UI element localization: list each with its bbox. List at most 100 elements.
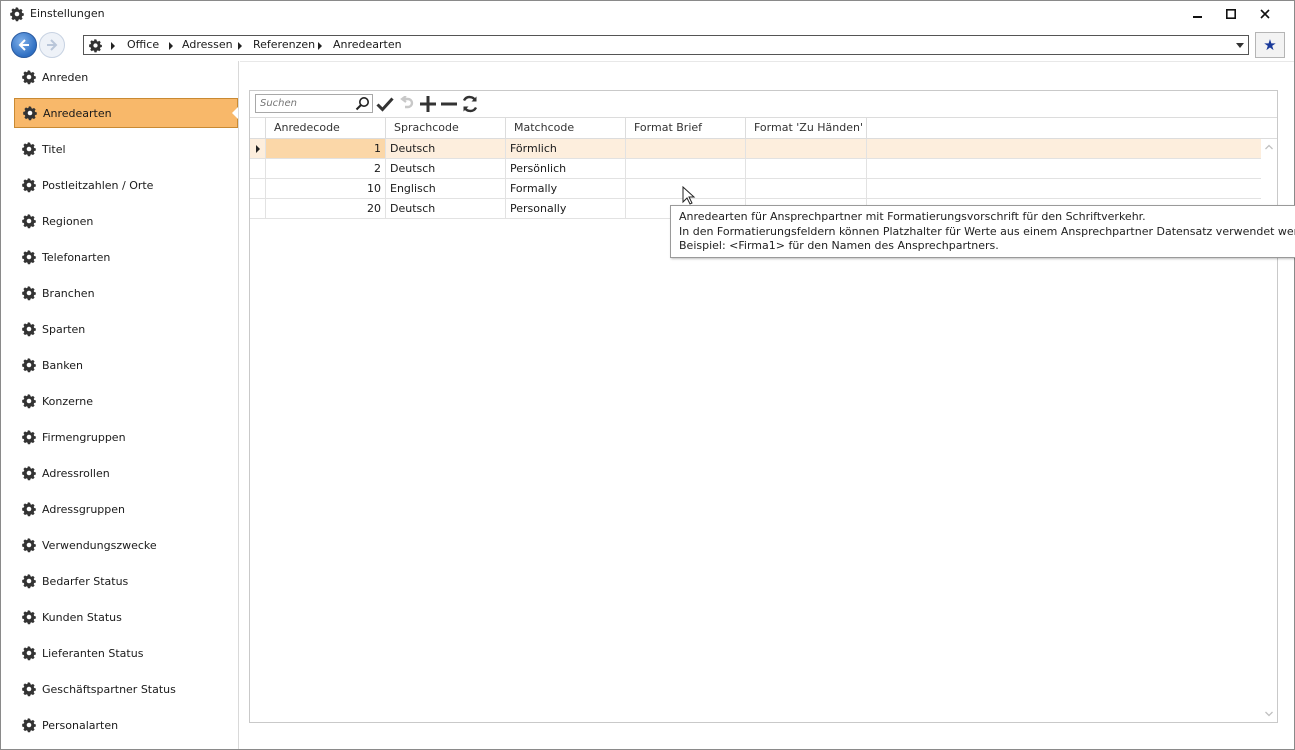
sidebar-item-adressrollen[interactable]: Adressrollen	[14, 458, 238, 488]
table-row[interactable]: 2 Deutsch Persönlich	[250, 159, 1261, 179]
sidebar-item-postleitzahlen-orte[interactable]: Postleitzahlen / Orte	[14, 170, 238, 200]
sidebar-item-lieferanten-status[interactable]: Lieferanten Status	[14, 638, 238, 668]
tooltip-line: Beispiel: <Firma1> für den Namen des Ans…	[679, 239, 999, 252]
gear-icon	[22, 142, 36, 157]
sidebar-item-banken[interactable]: Banken	[14, 350, 238, 380]
cell-format-zu-haenden[interactable]	[746, 139, 867, 158]
search-box[interactable]	[255, 94, 373, 113]
row-indicator-header	[250, 118, 266, 139]
chevron-down-icon[interactable]	[1236, 43, 1244, 48]
sidebar-item-titel[interactable]: Titel	[14, 134, 238, 164]
cell-sprachcode[interactable]: Deutsch	[386, 139, 506, 158]
column-header-matchcode[interactable]: Matchcode	[506, 118, 626, 139]
cell-sprachcode[interactable]: Deutsch	[386, 199, 506, 218]
minus-icon	[441, 102, 457, 106]
star-icon: ★	[1263, 36, 1277, 54]
sidebar-item-konzerne[interactable]: Konzerne	[14, 386, 238, 416]
sidebar-item-geschäftspartner-status[interactable]: Geschäftspartner Status	[14, 674, 238, 704]
cell-format-zu-haenden[interactable]	[746, 159, 867, 178]
gear-icon	[22, 574, 36, 589]
cell-format-zu-haenden[interactable]	[746, 179, 867, 198]
breadcrumb-separator-icon	[169, 42, 173, 50]
grid-header: Anredecode Sprachcode Matchcode Format B…	[250, 117, 1277, 139]
sidebar-item-label: Postleitzahlen / Orte	[42, 178, 154, 192]
column-header-format-brief[interactable]: Format Brief	[626, 118, 746, 139]
sidebar-item-kunden-status[interactable]: Kunden Status	[14, 602, 238, 632]
check-icon	[376, 97, 394, 112]
delete-button[interactable]	[439, 94, 459, 114]
column-header-anredecode[interactable]: Anredecode	[266, 118, 386, 139]
cell-matchcode[interactable]: Formally	[506, 179, 626, 198]
sidebar-item-telefonarten[interactable]: Telefonarten	[14, 242, 238, 272]
chevron-down-icon[interactable]	[1264, 709, 1274, 719]
cell-matchcode[interactable]: Förmlich	[506, 139, 626, 158]
sidebar-item-bedarfer-status[interactable]: Bedarfer Status	[14, 566, 238, 596]
table-row[interactable]: 1 Deutsch Förmlich	[250, 139, 1261, 159]
breadcrumb-office[interactable]: Office	[127, 38, 159, 51]
chevron-up-icon[interactable]	[1264, 142, 1274, 152]
breadcrumb-anredearten[interactable]: Anredearten	[333, 38, 402, 51]
maximize-button[interactable]	[1214, 3, 1248, 25]
sidebar-item-label: Bedarfer Status	[42, 574, 129, 588]
gear-icon	[10, 7, 24, 22]
arrow-right-icon	[47, 39, 58, 51]
sidebar-item-label: Anreden	[42, 70, 89, 84]
sidebar-item-regionen[interactable]: Regionen	[14, 206, 238, 236]
sidebar-item-label: Banken	[42, 358, 83, 372]
undo-button[interactable]	[397, 94, 417, 114]
gear-icon	[22, 718, 36, 733]
sidebar-item-verwendungszwecke[interactable]: Verwendungszwecke	[14, 530, 238, 560]
column-header-format-zu-haenden[interactable]: Format 'Zu Händen'	[746, 118, 867, 139]
sidebar-item-adressgruppen[interactable]: Adressgruppen	[14, 494, 238, 524]
forward-button[interactable]	[39, 32, 65, 58]
cell-format-brief[interactable]	[626, 159, 746, 178]
tooltip-line: Anredearten für Ansprechpartner mit Form…	[679, 210, 1146, 223]
sidebar-item-personalarten[interactable]: Personalarten	[14, 710, 238, 740]
cell-sprachcode[interactable]: Deutsch	[386, 159, 506, 178]
close-icon	[1260, 9, 1270, 19]
sidebar-item-firmengruppen[interactable]: Firmengruppen	[14, 422, 238, 452]
search-icon[interactable]	[355, 96, 370, 111]
row-indicator[interactable]	[250, 199, 266, 218]
cell-anredecode[interactable]: 10	[266, 179, 386, 198]
cell-matchcode[interactable]: Personally	[506, 199, 626, 218]
cell-sprachcode[interactable]: Englisch	[386, 179, 506, 198]
back-button[interactable]	[11, 32, 37, 58]
row-indicator[interactable]	[250, 159, 266, 178]
gear-icon	[89, 39, 102, 53]
search-input[interactable]	[256, 95, 352, 112]
sidebar-item-branchen[interactable]: Branchen	[14, 278, 238, 308]
cell-matchcode[interactable]: Persönlich	[506, 159, 626, 178]
sidebar-item-label: Lieferanten Status	[42, 646, 144, 660]
row-indicator[interactable]	[250, 139, 266, 158]
sidebar-item-label: Adressrollen	[42, 466, 110, 480]
sidebar-item-label: Firmengruppen	[42, 430, 126, 444]
favorite-button[interactable]: ★	[1255, 32, 1285, 58]
breadcrumb-bar[interactable]: Office Adressen Referenzen Anredearten	[83, 35, 1249, 55]
minimize-button[interactable]	[1181, 3, 1215, 25]
sidebar-item-label: Geschäftspartner Status	[42, 682, 176, 696]
sidebar-item-anreden[interactable]: Anreden	[14, 62, 238, 92]
breadcrumb-adressen[interactable]: Adressen	[182, 38, 233, 51]
cell-anredecode[interactable]: 1	[266, 139, 386, 158]
close-button[interactable]	[1248, 3, 1282, 25]
cell-anredecode[interactable]: 20	[266, 199, 386, 218]
save-button[interactable]	[375, 94, 395, 114]
cell-anredecode[interactable]: 2	[266, 159, 386, 178]
cell-format-brief[interactable]	[626, 139, 746, 158]
current-row-icon	[256, 145, 260, 153]
breadcrumb-separator-icon	[238, 42, 242, 50]
column-header-sprachcode[interactable]: Sprachcode	[386, 118, 506, 139]
gear-icon	[22, 358, 36, 373]
add-button[interactable]	[418, 94, 438, 114]
row-indicator[interactable]	[250, 179, 266, 198]
sidebar-item-label: Regionen	[42, 214, 94, 228]
refresh-button[interactable]	[460, 94, 480, 114]
grid-toolbar	[250, 91, 1277, 117]
breadcrumb-referenzen[interactable]: Referenzen	[253, 38, 315, 51]
sidebar-item-anredearten[interactable]: Anredearten	[14, 98, 238, 128]
minimize-icon	[1193, 16, 1202, 18]
table-row[interactable]: 10 Englisch Formally	[250, 179, 1261, 199]
gear-icon	[22, 178, 36, 193]
sidebar-item-sparten[interactable]: Sparten	[14, 314, 238, 344]
